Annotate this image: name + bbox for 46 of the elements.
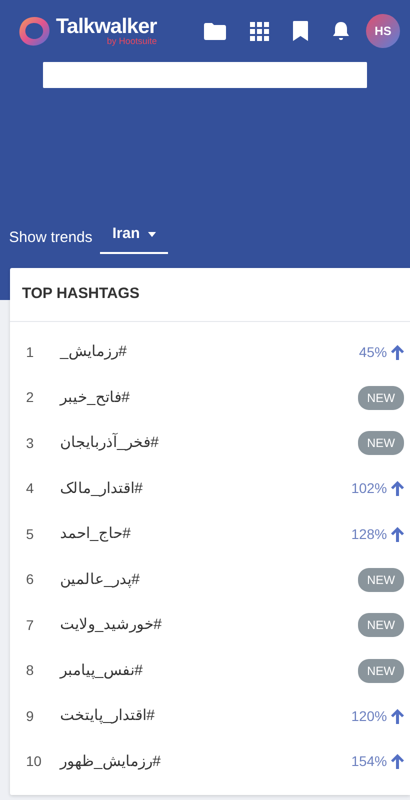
country-dropdown[interactable]: Iran [100, 223, 168, 254]
bell-icon[interactable] [332, 21, 350, 41]
rank-number: 4 [26, 479, 35, 498]
user-avatar[interactable]: HS [366, 14, 400, 48]
new-badge: NEW [358, 658, 404, 683]
growth-percent: 128% [351, 524, 387, 544]
rank-number: 6 [26, 570, 35, 590]
new-badge: NEW [358, 568, 404, 592]
growth-percent: 45% [358, 342, 387, 362]
growth-percent: 120% [351, 706, 387, 726]
hashtag-link[interactable]: #رزمایش_ظهور [60, 750, 161, 773]
rank-number: 7 [26, 616, 35, 635]
up-arrow-icon [391, 481, 404, 496]
hashtag-link[interactable]: #اقتدار_مالک [60, 478, 143, 500]
hashtag-link[interactable]: #اقتدار_پایتخت [60, 705, 155, 728]
hashtag-link[interactable]: #پدر_عالمین [60, 568, 140, 591]
hashtag-link[interactable]: #فاتح_خیبر [60, 386, 130, 409]
show-trends-label: Show trends [9, 228, 92, 248]
up-arrow-icon [391, 708, 404, 724]
hashtag-link[interactable]: #فخر_آذربایجان [60, 432, 159, 454]
brand-tagline: by Hootsuite [106, 37, 157, 46]
growth-percent: 154% [351, 752, 387, 772]
new-badge: NEW [358, 386, 404, 410]
rank-number: 8 [26, 661, 35, 680]
up-arrow-icon [391, 344, 404, 360]
rank-number: 1 [26, 342, 35, 362]
card-title: TOP HASHTAGS [10, 268, 410, 322]
hashtag-link[interactable]: #رزمایش_ [60, 341, 127, 364]
up-arrow-icon [391, 754, 404, 770]
hashtag-link[interactable]: #نفس_پیامبر [60, 660, 143, 682]
rank-number: 2 [26, 388, 35, 408]
caret-icon [148, 232, 156, 237]
hashtag-link[interactable]: #حاج_احمد [60, 523, 131, 546]
rank-number: 3 [26, 434, 35, 453]
hashtag-link[interactable]: #خورشید_ولایت [60, 614, 162, 636]
grid-icon[interactable] [250, 22, 269, 40]
rank-number: 9 [26, 706, 35, 726]
new-badge: NEW [358, 431, 404, 456]
bookmark-icon[interactable] [293, 21, 308, 41]
rank-number: 10 [26, 752, 43, 772]
growth-percent: 102% [351, 479, 387, 498]
new-badge: NEW [358, 613, 404, 638]
rank-number: 5 [26, 524, 35, 544]
up-arrow-icon [391, 526, 404, 542]
brand-name: Talkwalker [56, 16, 157, 37]
folder-icon[interactable] [204, 22, 226, 40]
